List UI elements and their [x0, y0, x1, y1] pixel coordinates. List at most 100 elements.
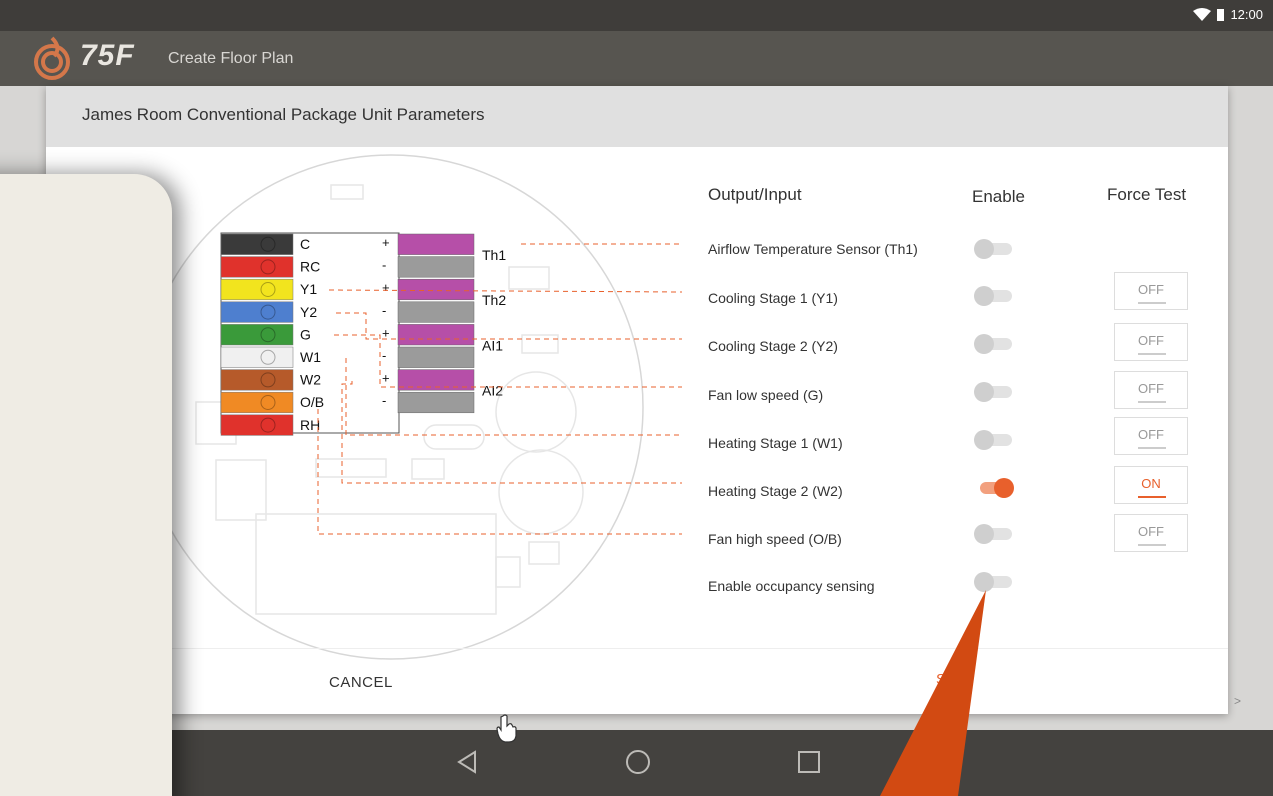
polarity-sign: -	[382, 348, 386, 363]
force-test-header: Force Test	[1107, 185, 1187, 204]
analog-terminal-block	[397, 256, 475, 278]
row-label: Cooling Stage 1 (Y1)	[708, 290, 838, 306]
recent-apps-icon[interactable]	[796, 748, 822, 776]
right-terminal-block: + - + - + - + - Th1 Th2 AI1 AI2	[382, 233, 506, 414]
analog-terminal-block	[397, 301, 475, 323]
force-test-indicator	[1138, 302, 1166, 304]
toggle-knob	[974, 382, 994, 402]
row-label: Cooling Stage 2 (Y2)	[708, 338, 838, 354]
polarity-sign: -	[382, 258, 386, 273]
polarity-sign: +	[382, 235, 390, 250]
enable-toggle[interactable]	[974, 430, 1014, 450]
force-test-button[interactable]: OFF	[1114, 272, 1188, 310]
terminal-label: RH	[300, 417, 320, 433]
dialog-title: James Room Conventional Package Unit Par…	[46, 86, 1228, 147]
force-test-label: OFF	[1138, 333, 1164, 348]
pointer-arrow-icon	[880, 590, 986, 796]
force-test-button[interactable]: OFF	[1114, 323, 1188, 361]
brand-logo: 75F	[80, 39, 135, 72]
left-terminal-block: C RC Y1 Y2 G W1 W2 O/B RH	[220, 233, 324, 436]
terminal-label: W1	[300, 349, 321, 365]
enable-toggle[interactable]	[974, 239, 1014, 259]
force-test-label: OFF	[1138, 427, 1164, 442]
terminal-label: W2	[300, 372, 321, 388]
device-card-overlay	[0, 174, 172, 796]
terminal-label: Y1	[300, 281, 317, 297]
polarity-sign: +	[382, 325, 390, 340]
force-test-label: ON	[1141, 476, 1161, 491]
sensor-terminal-label: Th2	[482, 292, 506, 308]
clock: 12:00	[1230, 7, 1263, 22]
logo-icon	[34, 36, 70, 80]
analog-terminal-block	[397, 391, 475, 414]
enable-header: Enable	[972, 187, 1025, 206]
force-test-indicator	[1138, 353, 1166, 355]
analog-terminal-block	[397, 278, 475, 301]
force-test-indicator	[1138, 401, 1166, 403]
force-test-indicator	[1138, 447, 1166, 449]
force-test-button[interactable]: OFF	[1114, 514, 1188, 552]
enable-toggle[interactable]	[974, 524, 1014, 544]
terminal-label: C	[300, 236, 310, 252]
app-title: Create Floor Plan	[168, 50, 294, 67]
wire-color-block	[220, 414, 294, 436]
force-test-button[interactable]: ON	[1114, 466, 1188, 504]
analog-terminal-block	[397, 324, 475, 346]
wifi-icon	[1193, 7, 1212, 21]
toggle-knob	[974, 430, 994, 450]
analog-terminal-block	[397, 346, 475, 368]
force-test-indicator	[1138, 544, 1166, 546]
polarity-sign: -	[382, 303, 386, 318]
force-test-button[interactable]: OFF	[1114, 417, 1188, 455]
back-icon[interactable]	[455, 748, 479, 776]
terminal-label: G	[300, 326, 311, 342]
app-bar: 75F Create Floor Plan	[0, 31, 1273, 86]
enable-toggle[interactable]	[974, 334, 1014, 354]
row-label: Enable occupancy sensing	[708, 578, 875, 594]
terminal-label: O/B	[300, 394, 324, 410]
status-bar: 12:00	[0, 0, 1273, 31]
row-label: Fan high speed (O/B)	[708, 531, 842, 547]
sensor-terminal-label: AI2	[482, 383, 503, 399]
toggle-knob	[974, 286, 994, 306]
force-test-button[interactable]: OFF	[1114, 371, 1188, 409]
enable-toggle[interactable]	[974, 382, 1014, 402]
enable-toggle[interactable]	[974, 286, 1014, 306]
wire-color-block	[220, 278, 294, 301]
polarity-sign: +	[382, 280, 390, 295]
wire-color-block	[220, 233, 294, 255]
force-test-label: OFF	[1138, 381, 1164, 396]
wire-color-block	[220, 369, 294, 391]
navigation-bar	[0, 730, 1273, 796]
terminal-label: RC	[300, 259, 320, 275]
wire-color-block	[220, 391, 294, 414]
toggle-knob	[974, 239, 994, 259]
sensor-terminal-label: AI1	[482, 337, 503, 353]
row-label: Heating Stage 1 (W1)	[708, 435, 843, 451]
force-test-label: OFF	[1138, 282, 1164, 297]
analog-terminal-block	[397, 233, 475, 255]
force-test-label: OFF	[1138, 524, 1164, 539]
toggle-knob	[974, 334, 994, 354]
parameters-dialog: James Room Conventional Package Unit Par…	[46, 86, 1228, 714]
toggle-knob	[994, 478, 1014, 498]
home-icon[interactable]	[624, 748, 652, 776]
row-label: Fan low speed (G)	[708, 387, 824, 403]
overflow-chevron[interactable]: >	[1234, 694, 1241, 708]
polarity-sign: +	[382, 371, 390, 386]
wire-color-block	[220, 256, 294, 278]
polarity-sign: -	[382, 393, 386, 408]
battery-icon	[1217, 8, 1225, 21]
output-input-header: Output/Input	[708, 185, 802, 204]
row-label: Heating Stage 2 (W2)	[708, 483, 843, 499]
dialog-footer: CANCEL S	[46, 648, 1228, 714]
hand-cursor-icon	[496, 714, 517, 743]
sensor-terminal-label: Th1	[482, 247, 506, 263]
wire-color-block	[220, 324, 294, 346]
enable-toggle[interactable]	[974, 478, 1014, 498]
terminal-label: Y2	[300, 304, 317, 320]
wire-color-block	[220, 346, 294, 368]
cancel-button[interactable]: CANCEL	[329, 674, 393, 691]
row-label: Airflow Temperature Sensor (Th1)	[708, 241, 918, 257]
toggle-knob	[974, 524, 994, 544]
